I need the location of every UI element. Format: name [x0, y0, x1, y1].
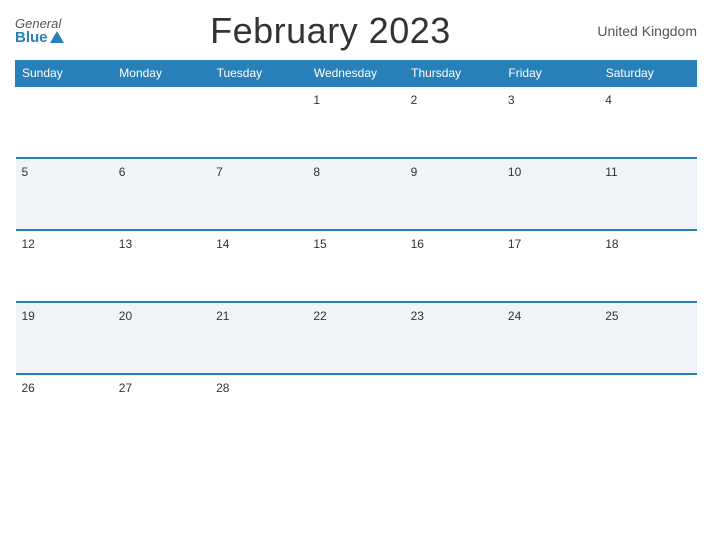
logo-blue-text: Blue	[15, 30, 64, 45]
calendar-cell: 23	[405, 302, 502, 374]
week-row-4: 19 20 21 22 23 24 25	[16, 302, 697, 374]
calendar-cell: 8	[307, 158, 404, 230]
day-number: 22	[313, 309, 326, 323]
calendar-cell: 24	[502, 302, 599, 374]
calendar-cell: 1	[307, 86, 404, 158]
day-number: 25	[605, 309, 618, 323]
calendar-cell: 2	[405, 86, 502, 158]
day-number: 6	[119, 165, 126, 179]
day-number: 23	[411, 309, 424, 323]
day-headers-row: Sunday Monday Tuesday Wednesday Thursday…	[16, 61, 697, 87]
week-row-5: 26 27 28	[16, 374, 697, 446]
calendar-cell: 22	[307, 302, 404, 374]
day-number: 10	[508, 165, 521, 179]
day-number: 9	[411, 165, 418, 179]
day-number: 3	[508, 93, 515, 107]
day-number: 28	[216, 381, 229, 395]
day-number: 27	[119, 381, 132, 395]
calendar-cell: 16	[405, 230, 502, 302]
calendar-cell: 18	[599, 230, 696, 302]
day-number: 20	[119, 309, 132, 323]
calendar-cell: 27	[113, 374, 210, 446]
calendar-cell: 12	[16, 230, 113, 302]
calendar-cell: 13	[113, 230, 210, 302]
calendar-cell: 4	[599, 86, 696, 158]
day-number: 14	[216, 237, 229, 251]
calendar-title: February 2023	[210, 10, 451, 52]
calendar-cell: 5	[16, 158, 113, 230]
week-row-1: 1 2 3 4	[16, 86, 697, 158]
calendar-cell: 17	[502, 230, 599, 302]
day-number: 1	[313, 93, 320, 107]
day-number: 2	[411, 93, 418, 107]
region-label: United Kingdom	[597, 23, 697, 39]
week-row-3: 12 13 14 15 16 17 18	[16, 230, 697, 302]
calendar-cell: 11	[599, 158, 696, 230]
day-number: 17	[508, 237, 521, 251]
calendar-grid: Sunday Monday Tuesday Wednesday Thursday…	[15, 60, 697, 446]
day-number: 16	[411, 237, 424, 251]
calendar-cell: 19	[16, 302, 113, 374]
day-number: 5	[22, 165, 29, 179]
day-number: 19	[22, 309, 35, 323]
header-saturday: Saturday	[599, 61, 696, 87]
calendar-cell: 21	[210, 302, 307, 374]
calendar-cell	[502, 374, 599, 446]
calendar-header: General Blue February 2023 United Kingdo…	[15, 10, 697, 52]
week-row-2: 5 6 7 8 9 10 11	[16, 158, 697, 230]
day-number: 11	[605, 165, 617, 179]
calendar-cell: 25	[599, 302, 696, 374]
calendar-cell	[16, 86, 113, 158]
day-number: 21	[216, 309, 229, 323]
logo-triangle-icon	[50, 31, 64, 43]
day-number: 8	[313, 165, 320, 179]
calendar-cell: 7	[210, 158, 307, 230]
day-number: 4	[605, 93, 612, 107]
calendar-cell: 28	[210, 374, 307, 446]
day-number: 26	[22, 381, 35, 395]
calendar-cell	[405, 374, 502, 446]
day-number: 12	[22, 237, 35, 251]
calendar-cell: 3	[502, 86, 599, 158]
header-wednesday: Wednesday	[307, 61, 404, 87]
day-number: 15	[313, 237, 326, 251]
calendar-cell: 26	[16, 374, 113, 446]
calendar-cell	[210, 86, 307, 158]
calendar-cell	[307, 374, 404, 446]
calendar-container: General Blue February 2023 United Kingdo…	[0, 0, 712, 550]
header-tuesday: Tuesday	[210, 61, 307, 87]
header-friday: Friday	[502, 61, 599, 87]
header-thursday: Thursday	[405, 61, 502, 87]
calendar-cell	[113, 86, 210, 158]
calendar-cell	[599, 374, 696, 446]
calendar-cell: 20	[113, 302, 210, 374]
calendar-cell: 15	[307, 230, 404, 302]
header-sunday: Sunday	[16, 61, 113, 87]
day-number: 13	[119, 237, 132, 251]
calendar-cell: 14	[210, 230, 307, 302]
day-number: 18	[605, 237, 618, 251]
header-monday: Monday	[113, 61, 210, 87]
calendar-cell: 9	[405, 158, 502, 230]
logo: General Blue	[15, 17, 64, 45]
calendar-cell: 10	[502, 158, 599, 230]
day-number: 24	[508, 309, 521, 323]
calendar-cell: 6	[113, 158, 210, 230]
day-number: 7	[216, 165, 223, 179]
